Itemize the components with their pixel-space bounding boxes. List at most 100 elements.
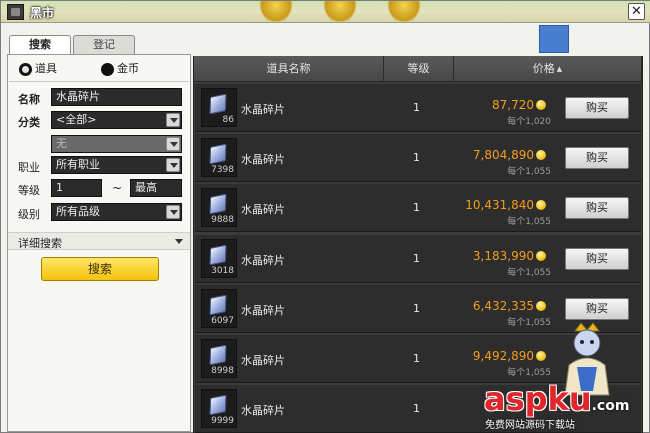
item-slot: 8998 bbox=[201, 339, 237, 378]
item-unit-price: 每个1,055 bbox=[507, 368, 551, 378]
column-header-level[interactable]: 等级 bbox=[384, 56, 454, 82]
grade-select-value: 所有品级 bbox=[56, 205, 100, 218]
table-row[interactable]: 7398 水晶碎片 1 7,804,890 每个1,055 购买 bbox=[195, 134, 641, 182]
column-header-name[interactable]: 道具名称 bbox=[194, 56, 384, 82]
tab-search[interactable]: 搜索 bbox=[9, 35, 71, 55]
gold-coin-icon bbox=[536, 301, 546, 311]
table-row[interactable]: 86 水晶碎片 1 87,720 每个1,020 购买 bbox=[195, 84, 641, 132]
tab-register[interactable]: 登记 bbox=[73, 35, 135, 54]
detail-search-toggle[interactable]: 详细搜索 bbox=[8, 232, 190, 250]
name-input[interactable]: 水晶碎片 bbox=[51, 88, 182, 106]
gold-coin-icon bbox=[536, 150, 546, 160]
radio-gold[interactable]: 金币 bbox=[101, 61, 139, 77]
level-label: 等级 bbox=[18, 184, 40, 197]
item-slot: 3018 bbox=[201, 239, 237, 278]
category-select-value: <全部> bbox=[56, 113, 97, 126]
job-select-value: 所有职业 bbox=[56, 158, 100, 171]
crystal-shard-icon bbox=[209, 193, 227, 215]
black-market-window: 黑市 ✕ 搜索 登记 道具 金币 名称 水晶碎片 分类 <全部> 无 职业 所有… bbox=[0, 0, 650, 433]
gold-coin-icon bbox=[536, 200, 546, 210]
item-level: 1 bbox=[413, 252, 420, 265]
category-select[interactable]: <全部> bbox=[51, 111, 182, 129]
crystal-shard-icon bbox=[209, 244, 227, 266]
table-row[interactable]: 3018 水晶碎片 1 3,183,990 每个1,055 购买 bbox=[195, 235, 641, 283]
buy-button[interactable]: 购买 bbox=[565, 248, 629, 270]
item-name: 水晶碎片 bbox=[241, 354, 285, 367]
category-label: 分类 bbox=[18, 116, 40, 129]
chevron-down-icon bbox=[166, 205, 180, 219]
market-icon bbox=[7, 4, 24, 20]
item-price-value: 87,720 bbox=[492, 98, 534, 112]
chevron-down-icon bbox=[175, 239, 183, 244]
watermark-main: aspku bbox=[484, 380, 592, 418]
buy-button[interactable]: 购买 bbox=[565, 298, 629, 320]
level-max-input[interactable]: 最高 bbox=[130, 179, 182, 197]
column-header-price-label: 价格 bbox=[532, 62, 555, 75]
sort-ascending-icon: ▲ bbox=[556, 65, 563, 73]
crystal-shard-icon bbox=[209, 394, 227, 416]
item-name: 水晶碎片 bbox=[241, 103, 285, 116]
radio-item-label: 道具 bbox=[35, 62, 57, 75]
search-button[interactable]: 搜索 bbox=[41, 257, 159, 281]
name-label: 名称 bbox=[18, 93, 40, 106]
item-name: 水晶碎片 bbox=[241, 304, 285, 317]
item-slot: 9888 bbox=[201, 188, 237, 227]
item-level: 1 bbox=[413, 402, 420, 415]
item-name: 水晶碎片 bbox=[241, 153, 285, 166]
item-price-value: 3,183,990 bbox=[472, 249, 534, 263]
item-unit-price: 每个1,055 bbox=[507, 268, 551, 278]
item-price-value: 7,804,890 bbox=[472, 148, 534, 162]
item-price: 6,432,335 bbox=[473, 299, 546, 313]
buy-button[interactable]: 购买 bbox=[565, 147, 629, 169]
chevron-down-icon bbox=[166, 137, 180, 151]
item-slot: 7398 bbox=[201, 138, 237, 177]
subcategory-select: 无 bbox=[51, 135, 182, 153]
item-slot: 9999 bbox=[201, 389, 237, 428]
close-button[interactable]: ✕ bbox=[628, 3, 645, 20]
divider bbox=[9, 81, 189, 82]
column-header-price[interactable]: 价格 ▲ bbox=[454, 56, 642, 82]
trophy-decoration bbox=[387, 1, 421, 23]
gold-coin-icon bbox=[536, 251, 546, 261]
item-price: 9,492,890 bbox=[473, 349, 546, 363]
buy-button[interactable]: 购买 bbox=[565, 97, 629, 119]
job-select[interactable]: 所有职业 bbox=[51, 156, 182, 174]
trophy-decoration bbox=[259, 1, 293, 23]
item-level: 1 bbox=[413, 201, 420, 214]
item-name: 水晶碎片 bbox=[241, 203, 285, 216]
window-title: 黑市 bbox=[30, 6, 55, 20]
item-price: 7,804,890 bbox=[473, 148, 546, 162]
radio-item[interactable]: 道具 bbox=[19, 61, 57, 77]
item-quantity: 8998 bbox=[211, 366, 234, 376]
crystal-shard-icon bbox=[209, 143, 227, 165]
table-row[interactable]: 9888 水晶碎片 1 10,431,840 每个1,055 购买 bbox=[195, 184, 641, 232]
item-slot: 6097 bbox=[201, 289, 237, 328]
item-slot: 86 bbox=[201, 88, 237, 127]
level-min-input[interactable]: 1 bbox=[51, 179, 102, 197]
level-range-tilde: ~ bbox=[112, 181, 123, 195]
item-unit-price: 每个1,055 bbox=[507, 217, 551, 227]
item-quantity: 9888 bbox=[211, 215, 234, 225]
item-price: 3,183,990 bbox=[473, 249, 546, 263]
grade-label: 级别 bbox=[18, 208, 40, 221]
crystal-shard-icon bbox=[209, 294, 227, 316]
item-price-value: 9,492,890 bbox=[472, 349, 534, 363]
gold-coin-icon bbox=[536, 100, 546, 110]
watermark-text: aspku.com bbox=[484, 380, 629, 418]
detail-search-label: 详细搜索 bbox=[18, 237, 62, 250]
item-level: 1 bbox=[413, 151, 420, 164]
search-mode-group: 道具 金币 bbox=[13, 61, 183, 77]
job-label: 职业 bbox=[18, 161, 40, 174]
item-quantity: 7398 bbox=[211, 165, 234, 175]
crystal-shard-icon bbox=[209, 93, 227, 115]
title-bar[interactable]: 黑市 ✕ bbox=[1, 1, 650, 53]
subcategory-select-value: 无 bbox=[56, 137, 67, 150]
item-level: 1 bbox=[413, 101, 420, 114]
grade-select[interactable]: 所有品级 bbox=[51, 203, 182, 221]
chevron-down-icon bbox=[166, 158, 180, 172]
item-unit-price: 每个1,020 bbox=[507, 117, 551, 127]
item-price-value: 6,432,335 bbox=[472, 299, 534, 313]
crystal-shard-icon bbox=[209, 344, 227, 366]
item-unit-price: 每个1,055 bbox=[507, 167, 551, 177]
buy-button[interactable]: 购买 bbox=[565, 197, 629, 219]
